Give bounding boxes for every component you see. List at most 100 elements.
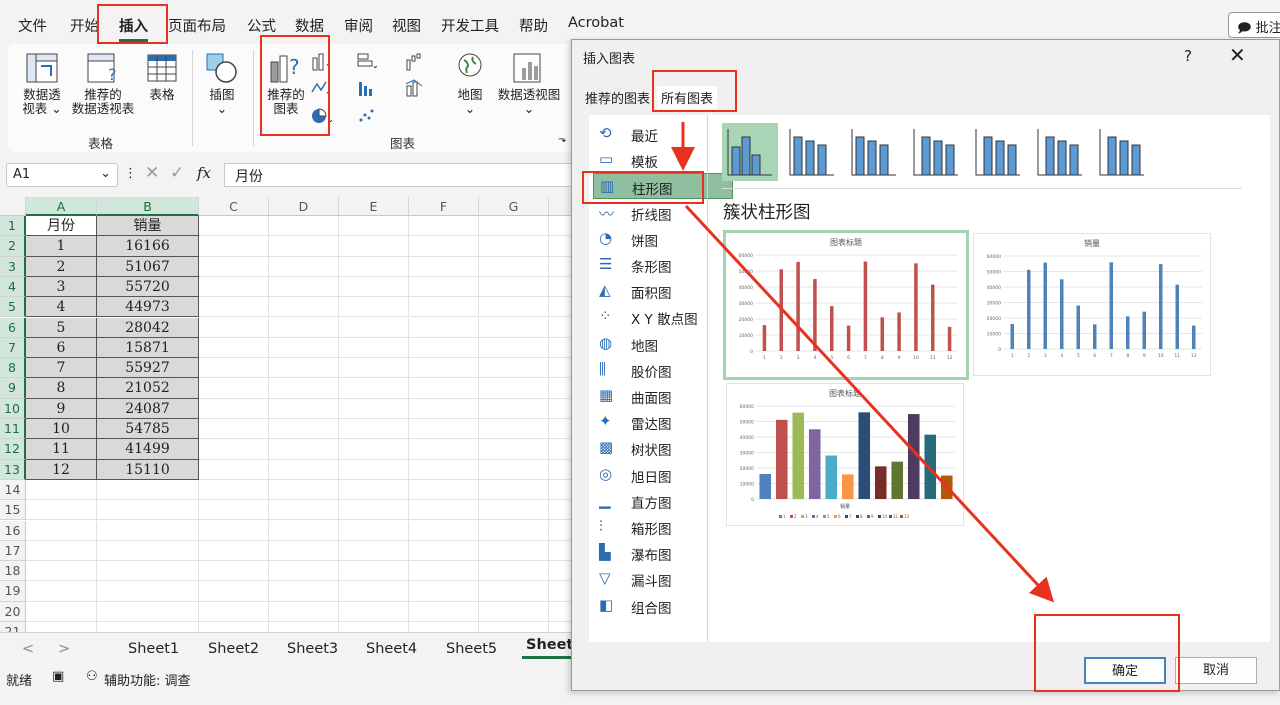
row-header[interactable]: 16 [0, 520, 26, 541]
cell[interactable] [479, 358, 549, 379]
chart-type-item[interactable]: ⫼ 股价图 [593, 357, 733, 383]
tab-formulas[interactable]: 公式 [247, 15, 276, 36]
tab-insert[interactable]: 插入 [119, 15, 148, 42]
cell[interactable] [339, 317, 409, 338]
cell[interactable] [479, 520, 549, 541]
cell[interactable] [409, 622, 479, 632]
cell[interactable] [479, 398, 549, 419]
cell[interactable]: 16166 [97, 236, 199, 257]
chart-type-item[interactable]: ▥ 柱形图 [593, 173, 733, 200]
cell[interactable] [199, 561, 269, 582]
cell[interactable]: 5 [26, 317, 97, 338]
cell[interactable]: 15871 [97, 337, 199, 359]
chart-subtype-thumb[interactable] [722, 123, 778, 181]
cell[interactable] [479, 419, 549, 440]
cell[interactable] [26, 479, 97, 501]
row-header[interactable]: 1 [0, 216, 26, 237]
cell[interactable]: 2 [26, 256, 97, 277]
row-header[interactable]: 2 [0, 236, 26, 257]
cell[interactable] [97, 540, 199, 562]
illustrations-button[interactable]: 插图 ⌄ [200, 52, 244, 116]
cell[interactable]: 24087 [97, 398, 199, 419]
chart-type-item[interactable]: ☰ 条形图 [593, 252, 733, 278]
macro-record-icon[interactable]: ▣ [52, 669, 64, 684]
formula-input[interactable]: 月份 [224, 163, 578, 187]
cell[interactable] [409, 297, 479, 318]
recommended-pivot-button[interactable]: ? 推荐的 数据透视表 [68, 52, 138, 116]
name-box[interactable]: A1 ⌄ [6, 163, 118, 187]
cell[interactable] [269, 500, 339, 521]
cell[interactable] [199, 297, 269, 318]
cell[interactable] [97, 500, 199, 521]
cell[interactable] [409, 459, 479, 480]
cell[interactable] [199, 276, 269, 298]
chart-type-item[interactable]: ◭ 面积图 [593, 278, 733, 304]
cell[interactable] [26, 581, 97, 602]
cell[interactable] [479, 622, 549, 632]
cell[interactable] [97, 601, 199, 622]
waterfall-chart-icon[interactable] [404, 52, 426, 72]
cell[interactable] [339, 459, 409, 480]
chart-type-item[interactable]: ◍ 地图 [593, 331, 733, 357]
comments-button[interactable]: 🗩 批注 [1228, 12, 1280, 38]
row-header[interactable]: 18 [0, 561, 26, 582]
cell[interactable] [26, 500, 97, 521]
row-header[interactable]: 8 [0, 358, 26, 379]
cell[interactable] [339, 216, 409, 237]
chart-subtype-thumb[interactable] [784, 123, 840, 181]
column-header-f[interactable]: F [409, 197, 479, 216]
row-header[interactable]: 13 [0, 459, 26, 480]
cell[interactable] [409, 561, 479, 582]
cell[interactable] [409, 520, 479, 541]
cell[interactable] [479, 459, 549, 480]
bar-chart-icon[interactable]: ⌄ [356, 52, 378, 72]
cell[interactable] [409, 256, 479, 277]
cell[interactable] [339, 256, 409, 277]
cell[interactable] [409, 337, 479, 359]
enter-icon[interactable]: ✓ [170, 163, 184, 183]
cell[interactable] [409, 276, 479, 298]
cell[interactable] [26, 561, 97, 582]
cell[interactable] [199, 459, 269, 480]
recommended-charts-button[interactable]: ? 推荐的 图表 [260, 52, 312, 116]
sheet-tab-1[interactable]: Sheet1 [128, 641, 179, 657]
cell[interactable] [199, 581, 269, 602]
close-icon[interactable]: ✕ [1229, 43, 1246, 67]
cell[interactable] [199, 398, 269, 419]
cell[interactable] [479, 216, 549, 237]
tab-recommended-charts[interactable]: 推荐的图表 [585, 88, 650, 107]
cell[interactable] [97, 622, 199, 632]
ok-button[interactable]: 确定 [1084, 657, 1166, 684]
cell[interactable] [269, 337, 339, 359]
tab-file[interactable]: 文件 [18, 15, 47, 36]
chart-type-item[interactable]: ▽ 漏斗图 [593, 566, 733, 592]
cell[interactable]: 55927 [97, 358, 199, 379]
accessibility-icon[interactable]: ⚇ [86, 669, 98, 684]
table-button[interactable]: 表格 [142, 52, 182, 102]
cell[interactable]: 12 [26, 459, 97, 480]
cell[interactable] [339, 337, 409, 359]
cell[interactable] [479, 581, 549, 602]
cell[interactable] [199, 378, 269, 399]
cell[interactable] [97, 479, 199, 501]
cell[interactable] [269, 358, 339, 379]
row-header[interactable]: 19 [0, 581, 26, 602]
row-header[interactable]: 21 [0, 622, 26, 632]
cell[interactable] [479, 479, 549, 501]
cell[interactable] [97, 561, 199, 582]
column-header-c[interactable]: C [199, 197, 269, 216]
cell[interactable]: 54785 [97, 419, 199, 440]
cell[interactable] [339, 358, 409, 379]
cell[interactable]: 8 [26, 378, 97, 399]
cell[interactable]: 10 [26, 419, 97, 440]
cell[interactable] [269, 581, 339, 602]
hierarchy-chart-icon[interactable] [356, 78, 378, 98]
row-header[interactable]: 17 [0, 540, 26, 562]
cell[interactable] [339, 500, 409, 521]
cell[interactable] [269, 317, 339, 338]
cell[interactable] [479, 601, 549, 622]
cell[interactable] [339, 581, 409, 602]
pivot-table-button[interactable]: 数据透 视表 ⌄ [18, 52, 66, 116]
cell[interactable] [409, 317, 479, 338]
row-header[interactable]: 3 [0, 256, 26, 277]
